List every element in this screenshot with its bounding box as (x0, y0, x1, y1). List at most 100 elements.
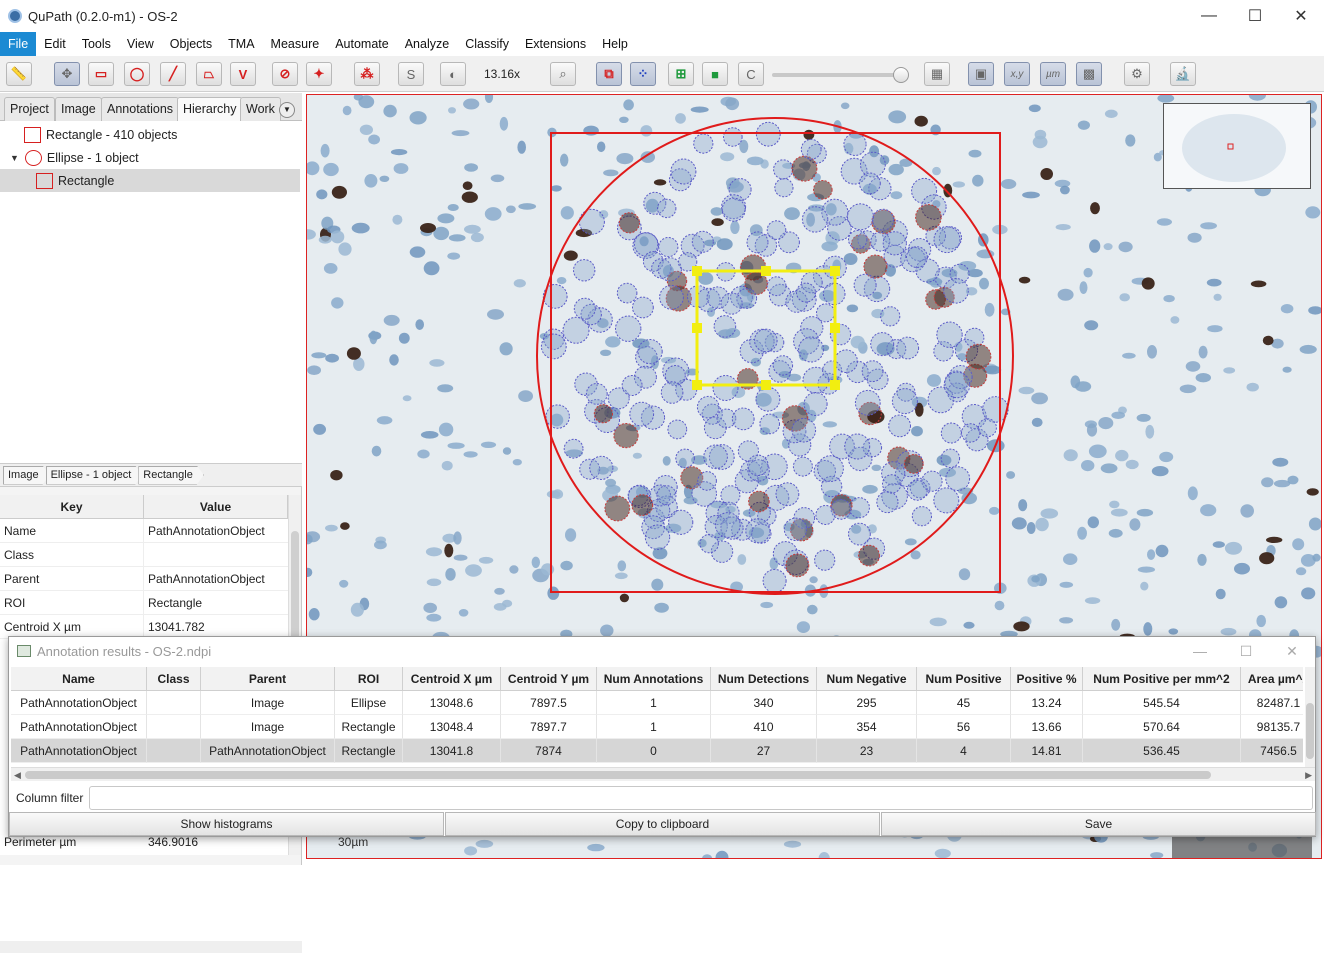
menu-automate[interactable]: Automate (327, 32, 397, 56)
save-button[interactable]: Save (881, 812, 1316, 836)
maximize-button[interactable]: ☐ (1232, 0, 1278, 32)
brightness-contrast-button[interactable]: ◐ (440, 62, 466, 86)
tab-image[interactable]: Image (55, 97, 102, 121)
table-row[interactable]: PathAnnotationObject PathAnnotationObject… (11, 739, 1303, 763)
rectangle-tool-button[interactable]: ▭ (88, 62, 114, 86)
minimize-button[interactable]: — (1186, 0, 1232, 32)
tab-menu-chevron-icon[interactable]: ▼ (279, 102, 295, 118)
scroll-right-icon[interactable]: ▶ (1305, 768, 1312, 782)
table-cell: 1 (597, 715, 711, 739)
menu-analyze[interactable]: Analyze (397, 32, 457, 56)
ellipse-tool-button[interactable]: ◯ (124, 62, 150, 86)
breadcrumb-image[interactable]: Image (3, 466, 50, 485)
line-tool-button[interactable]: ╱ (160, 62, 186, 86)
table-row[interactable]: Name PathAnnotationObject (0, 519, 288, 543)
opacity-slider-thumb[interactable] (893, 67, 909, 83)
polygon-tool-button[interactable]: ⏢ (196, 62, 222, 86)
column-header[interactable]: ROI (335, 667, 403, 691)
table-row[interactable]: PathAnnotationObject Image Ellipse 13048.6 7… (11, 691, 1303, 715)
opacity-slider-track[interactable] (772, 73, 906, 77)
column-header[interactable]: Area µm^2 (1241, 667, 1303, 691)
left-panel-hscrollbar[interactable] (0, 941, 302, 953)
column-header[interactable]: Positive % (1011, 667, 1083, 691)
table-cell (147, 691, 201, 715)
overview-button[interactable]: ▣ (968, 62, 994, 86)
menu-measure[interactable]: Measure (263, 32, 328, 56)
selection-mode-button[interactable]: S (398, 62, 424, 86)
key-cell: Centroid X µm (0, 615, 144, 638)
menu-extensions[interactable]: Extensions (517, 32, 594, 56)
column-header[interactable]: Name (11, 667, 147, 691)
show-tma-button[interactable]: ⁘ (630, 62, 656, 86)
tab-hierarchy[interactable]: Hierarchy (177, 97, 243, 121)
menu-tma[interactable]: TMA (220, 32, 262, 56)
copy-to-clipboard-button[interactable]: Copy to clipboard (445, 812, 880, 836)
menu-view[interactable]: View (119, 32, 162, 56)
scalebar-button[interactable]: µm (1040, 62, 1066, 86)
grid-button[interactable]: ▦ (924, 62, 950, 86)
breadcrumb-ellipse[interactable]: Ellipse - 1 object (46, 466, 143, 485)
move-tool-button[interactable]: ✥ (54, 62, 80, 86)
column-header[interactable]: Num Positive (917, 667, 1011, 691)
window-icon (17, 645, 31, 657)
settings-button[interactable]: ⚙ (1124, 62, 1150, 86)
column-filter-input[interactable] (89, 786, 1313, 810)
zoom-to-fit-button[interactable]: ⌕ (550, 62, 576, 86)
polyline-tool-button[interactable]: V (230, 62, 256, 86)
column-header[interactable]: Centroid X µm (403, 667, 501, 691)
column-header[interactable]: Num Negative (817, 667, 917, 691)
column-key[interactable]: Key (0, 495, 144, 518)
location-button[interactable]: x,y (1004, 62, 1030, 86)
breadcrumb: Image Ellipse - 1 object Rectangle (0, 464, 302, 487)
column-header[interactable]: Centroid Y µm (501, 667, 597, 691)
tab-workflow[interactable]: Work (240, 97, 281, 121)
table-cell: 23 (817, 739, 917, 763)
column-header[interactable]: Parent (201, 667, 335, 691)
line-icon: ╱ (169, 66, 177, 81)
column-header[interactable]: Num Detections (711, 667, 817, 691)
expand-arrow-icon[interactable]: ▼ (10, 153, 19, 163)
wand-tool-button[interactable]: ✦ (306, 62, 332, 86)
menu-tools[interactable]: Tools (74, 32, 119, 56)
ruler-tool-button[interactable]: 📏 (6, 62, 32, 86)
close-button[interactable]: ✕ (1278, 0, 1324, 32)
show-detections-button[interactable]: ⊞ (668, 62, 694, 86)
table-row[interactable]: Parent PathAnnotationObject (0, 567, 288, 591)
show-annotations-button[interactable]: ⧉ (596, 62, 622, 86)
overview-thumbnail[interactable] (1163, 103, 1311, 189)
breadcrumb-rectangle[interactable]: Rectangle (138, 466, 204, 485)
show-histograms-button[interactable]: Show histograms (9, 812, 444, 836)
column-header[interactable]: Num Annotations (597, 667, 711, 691)
tree-item-rectangle-child[interactable]: Rectangle (0, 169, 300, 192)
fill-detections-icon: ■ (711, 66, 719, 82)
brush-tool-button[interactable]: ⊘ (272, 62, 298, 86)
table-row[interactable]: ROI Rectangle (0, 591, 288, 615)
menu-objects[interactable]: Objects (162, 32, 220, 56)
scroll-left-icon[interactable]: ◀ (14, 768, 21, 782)
results-vscrollbar[interactable] (1305, 667, 1315, 767)
tab-project[interactable]: Project (4, 97, 55, 121)
results-close-button[interactable]: ✕ (1269, 637, 1315, 665)
tree-item-ellipse[interactable]: ▼ Ellipse - 1 object (0, 146, 300, 169)
microscope-button[interactable]: 🔬 (1170, 62, 1196, 86)
points-tool-button[interactable]: ⁂ (354, 62, 380, 86)
tree-item-rectangle-410[interactable]: Rectangle - 410 objects (0, 123, 300, 146)
menu-classify[interactable]: Classify (457, 32, 517, 56)
menu-help[interactable]: Help (594, 32, 636, 56)
pixel-grid-button[interactable]: ▩ (1076, 62, 1102, 86)
column-header[interactable]: Num Positive per mm^2 (1083, 667, 1241, 691)
show-connections-button[interactable]: C (738, 62, 764, 86)
table-row[interactable]: PathAnnotationObject Image Rectangle 13048.… (11, 715, 1303, 739)
menu-edit[interactable]: Edit (36, 32, 74, 56)
results-hscrollbar[interactable]: ◀ ▶ (11, 767, 1315, 781)
results-minimize-button[interactable]: — (1177, 637, 1223, 665)
table-row[interactable]: Class (0, 543, 288, 567)
column-header[interactable]: Class (147, 667, 201, 691)
column-value[interactable]: Value (144, 495, 288, 518)
results-maximize-button[interactable]: ☐ (1223, 637, 1269, 665)
perimeter-value: 346.9016 (148, 835, 199, 849)
rectangle-icon: ▭ (94, 66, 108, 81)
menu-file[interactable]: File (0, 32, 37, 56)
fill-detections-button[interactable]: ■ (702, 62, 728, 86)
tab-annotations[interactable]: Annotations (101, 97, 180, 121)
